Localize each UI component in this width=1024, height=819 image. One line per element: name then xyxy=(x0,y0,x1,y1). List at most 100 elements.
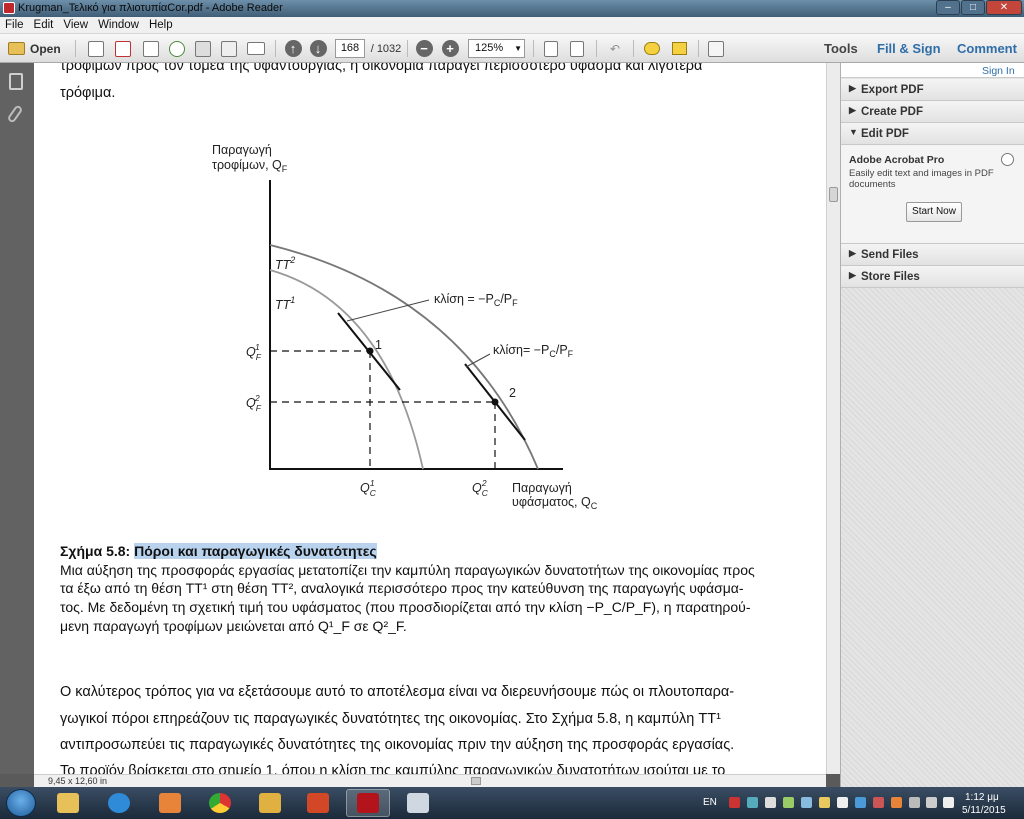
taskbar-chrome[interactable] xyxy=(198,789,242,817)
acrobat-icon xyxy=(1001,153,1014,166)
panel-export-pdf[interactable]: ▶ Export PDF xyxy=(841,79,1024,101)
upload-icon[interactable] xyxy=(167,39,187,58)
zoom-out-button[interactable]: − xyxy=(414,39,434,58)
panel-background xyxy=(841,288,1024,787)
menu-edit[interactable]: Edit xyxy=(29,18,59,31)
attachments-icon[interactable] xyxy=(6,104,24,124)
rotate-icon[interactable]: ↶ xyxy=(605,39,625,58)
title-bar: Krugman_Τελικό για πλιοτυπίαCor.pdf - Ad… xyxy=(0,0,1024,17)
panel-edit-pdf[interactable]: ▼ Edit PDF xyxy=(841,123,1024,145)
point-2-label: 2 xyxy=(509,386,516,400)
panel-send-files[interactable]: ▶ Send Files xyxy=(841,244,1024,266)
fit-width-icon[interactable] xyxy=(541,39,561,58)
menu-file[interactable]: File xyxy=(0,18,29,31)
taskbar-mail[interactable] xyxy=(248,789,292,817)
fit-page-icon[interactable] xyxy=(567,39,587,58)
print-icon[interactable] xyxy=(219,39,239,58)
next-page-button[interactable]: ↓ xyxy=(308,39,328,58)
chevron-down-icon: ▼ xyxy=(849,127,858,137)
start-button[interactable] xyxy=(6,789,36,817)
menu-help[interactable]: Help xyxy=(144,18,178,31)
maximize-button[interactable]: □ xyxy=(961,0,985,15)
ie-icon xyxy=(108,793,130,813)
chevron-right-icon: ▶ xyxy=(849,105,856,115)
action-center-icon[interactable] xyxy=(943,797,954,808)
tray-display-icon[interactable] xyxy=(801,797,812,808)
tray-mail-icon[interactable] xyxy=(837,797,848,808)
caption-line: Μια αύξηση της προσφοράς εργασίας μετατο… xyxy=(60,562,755,578)
chevron-right-icon: ▶ xyxy=(849,248,856,258)
tick-qf1: QF1 xyxy=(246,342,262,362)
page-size-indicator: 9,45 x 12,60 in xyxy=(48,776,108,786)
fill-sign-tab[interactable]: Fill & Sign xyxy=(877,41,941,56)
chevron-right-icon: ▶ xyxy=(849,83,856,93)
sticky-note-icon[interactable] xyxy=(641,39,663,58)
curve-label-tt2: TT2 xyxy=(275,255,295,272)
taskbar-ie[interactable] xyxy=(97,789,141,817)
window-icon xyxy=(407,793,429,813)
tray-update-icon[interactable] xyxy=(891,797,902,808)
panel-store-files[interactable]: ▶ Store Files xyxy=(841,266,1024,288)
edit-icon[interactable] xyxy=(141,39,161,58)
expand-icon[interactable] xyxy=(706,39,726,58)
sign-in-link[interactable]: Sign In xyxy=(982,65,1015,77)
clock-date[interactable]: 5/11/2015 xyxy=(962,805,1006,816)
tray-security-icon[interactable] xyxy=(855,797,866,808)
tray-window-icon[interactable] xyxy=(765,797,776,808)
close-button[interactable]: ✕ xyxy=(986,0,1022,15)
taskbar-adobe-reader[interactable] xyxy=(346,789,390,817)
tray-network-icon[interactable] xyxy=(747,797,758,808)
tray-alert-icon[interactable] xyxy=(873,797,884,808)
y-axis-label: τροφίμων, QF xyxy=(212,158,288,174)
email-icon[interactable] xyxy=(245,39,267,58)
folder-icon xyxy=(57,793,79,813)
point-1 xyxy=(366,347,374,355)
taskbar-window[interactable] xyxy=(396,789,440,817)
taskbar-media[interactable] xyxy=(148,789,192,817)
zoom-in-button[interactable]: + xyxy=(440,39,460,58)
promo-text: Easily edit text and images in PDF xyxy=(849,168,994,179)
tray-adobe-icon[interactable] xyxy=(729,797,740,808)
y-axis-label: Παραγωγή xyxy=(212,143,272,157)
body-text-line: γωγικοί πόροι επηρεάζουν τις παραγωγικές… xyxy=(60,711,721,727)
adobe-reader-icon xyxy=(3,2,15,14)
vertical-scrollbar[interactable] xyxy=(826,63,840,774)
pages-panel-icon[interactable] xyxy=(9,73,23,90)
save-icon[interactable] xyxy=(193,39,213,58)
volume-icon[interactable] xyxy=(909,797,920,808)
toolbar: Open ↑ ↓ 168 / 1032 − + 125% ▼ ↶ Tools F… xyxy=(0,34,1024,63)
figure-caption-title: Σχήμα 5.8: Πόροι και παραγωγικές δυνατότ… xyxy=(60,543,377,559)
clock-time[interactable]: 1:12 μμ xyxy=(965,792,999,803)
comment-tab[interactable]: Comment xyxy=(957,41,1017,56)
open-button[interactable]: Open xyxy=(8,39,66,58)
tray-folder-icon[interactable] xyxy=(819,797,830,808)
caption-line: μενη παραγωγή τροφίμων μειώνεται από Q¹_… xyxy=(60,618,407,634)
highlight-icon[interactable] xyxy=(668,39,690,58)
menu-window[interactable]: Window xyxy=(93,18,144,31)
chevron-down-icon: ▼ xyxy=(514,44,522,53)
start-now-button[interactable]: Start Now xyxy=(906,202,962,222)
previous-page-button[interactable]: ↑ xyxy=(283,39,303,58)
body-text-line: αντιπροσωπεύει τις παραγωγικές δυνατότητ… xyxy=(60,737,735,753)
create-pdf-icon[interactable] xyxy=(86,39,106,58)
panel-create-pdf[interactable]: ▶ Create PDF xyxy=(841,101,1024,123)
tools-tab[interactable]: Tools xyxy=(824,41,858,56)
export-pdf-icon[interactable] xyxy=(113,39,133,58)
promo-title: Adobe Acrobat Pro xyxy=(849,154,945,166)
menu-view[interactable]: View xyxy=(58,18,93,31)
language-indicator[interactable]: EN xyxy=(703,797,717,808)
page-number-input[interactable]: 168 xyxy=(335,39,365,58)
taskbar-office[interactable] xyxy=(296,789,340,817)
folder-icon xyxy=(8,42,25,55)
slope-label-2: κλίση= −PC/PF xyxy=(493,343,574,359)
office-icon xyxy=(307,793,329,813)
scroll-thumb[interactable] xyxy=(829,187,838,202)
network-icon[interactable] xyxy=(926,797,937,808)
zoom-select[interactable]: 125% ▼ xyxy=(468,39,525,58)
caption-line: τος. Με δεδομένη τη σχετική τιμή του υφά… xyxy=(60,599,751,615)
taskbar-explorer[interactable] xyxy=(46,789,90,817)
horizontal-scroll-thumb[interactable] xyxy=(471,777,481,785)
tray-app-icon[interactable] xyxy=(783,797,794,808)
minimize-button[interactable]: – xyxy=(936,0,960,15)
slope-label-1: κλίση = −PC/PF xyxy=(434,292,518,308)
